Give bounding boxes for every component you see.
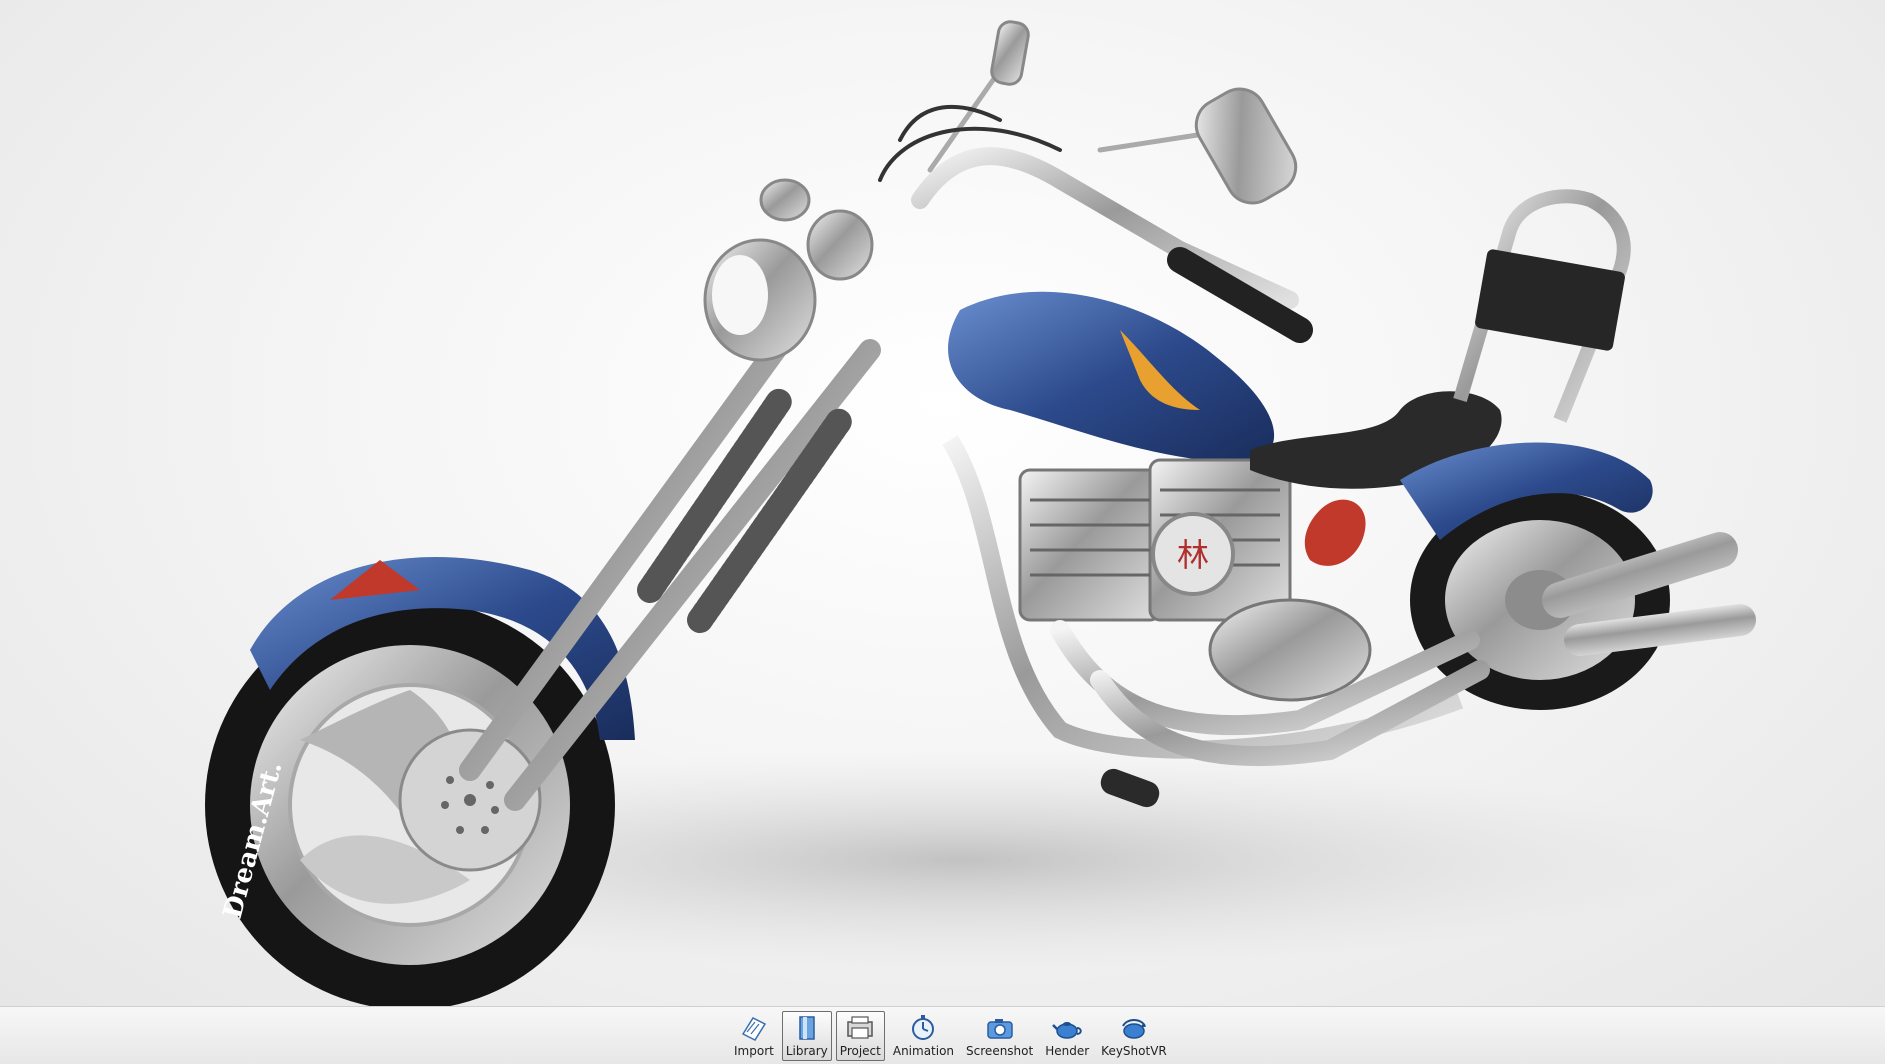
sissy-bar — [1453, 189, 1631, 423]
lion-decal — [1304, 499, 1366, 566]
screenshot-icon — [986, 1019, 1013, 1039]
keyshotvr-label: KeyShotVR — [1101, 1044, 1167, 1058]
headlights — [703, 178, 874, 362]
render-viewport[interactable]: Dream.Art. 林 — [0, 0, 1885, 1006]
motorcycle-render[interactable]: Dream.Art. 林 — [0, 0, 1885, 1006]
animation-icon — [912, 1015, 935, 1040]
animation-button[interactable]: Animation — [889, 1011, 958, 1061]
library-label: Library — [785, 1044, 828, 1058]
bottom-toolbar: Import Library Project Animation Screens… — [0, 1006, 1885, 1064]
fuel-tank — [948, 291, 1275, 462]
animation-label: Animation — [892, 1044, 955, 1058]
keyshot-window: Dream.Art. 林 Import Library Project Anim… — [0, 0, 1885, 1064]
keyshotvr-button[interactable]: KeyShotVR — [1097, 1011, 1171, 1061]
keyshotvr-icon — [1122, 1019, 1146, 1039]
project-icon — [847, 1016, 874, 1039]
left-mirror — [990, 20, 1030, 86]
screenshot-label: Screenshot — [966, 1044, 1034, 1058]
import-icon — [741, 1017, 766, 1041]
import-button[interactable]: Import — [730, 1011, 778, 1061]
screenshot-button[interactable]: Screenshot — [962, 1011, 1037, 1061]
project-button[interactable]: Project — [835, 1011, 885, 1061]
render-teapot-icon — [1052, 1022, 1082, 1039]
import-label: Import — [734, 1044, 774, 1058]
toolbar-buttons: Import Library Project Animation Screens… — [728, 1011, 1173, 1061]
render-label: Hender — [1045, 1044, 1090, 1058]
engine-badge: 林 — [1177, 536, 1209, 574]
right-mirror — [1194, 87, 1298, 205]
render-button[interactable]: Hender — [1041, 1011, 1093, 1061]
project-label: Project — [839, 1044, 881, 1058]
library-button[interactable]: Library — [781, 1011, 832, 1061]
library-icon — [799, 1016, 815, 1040]
